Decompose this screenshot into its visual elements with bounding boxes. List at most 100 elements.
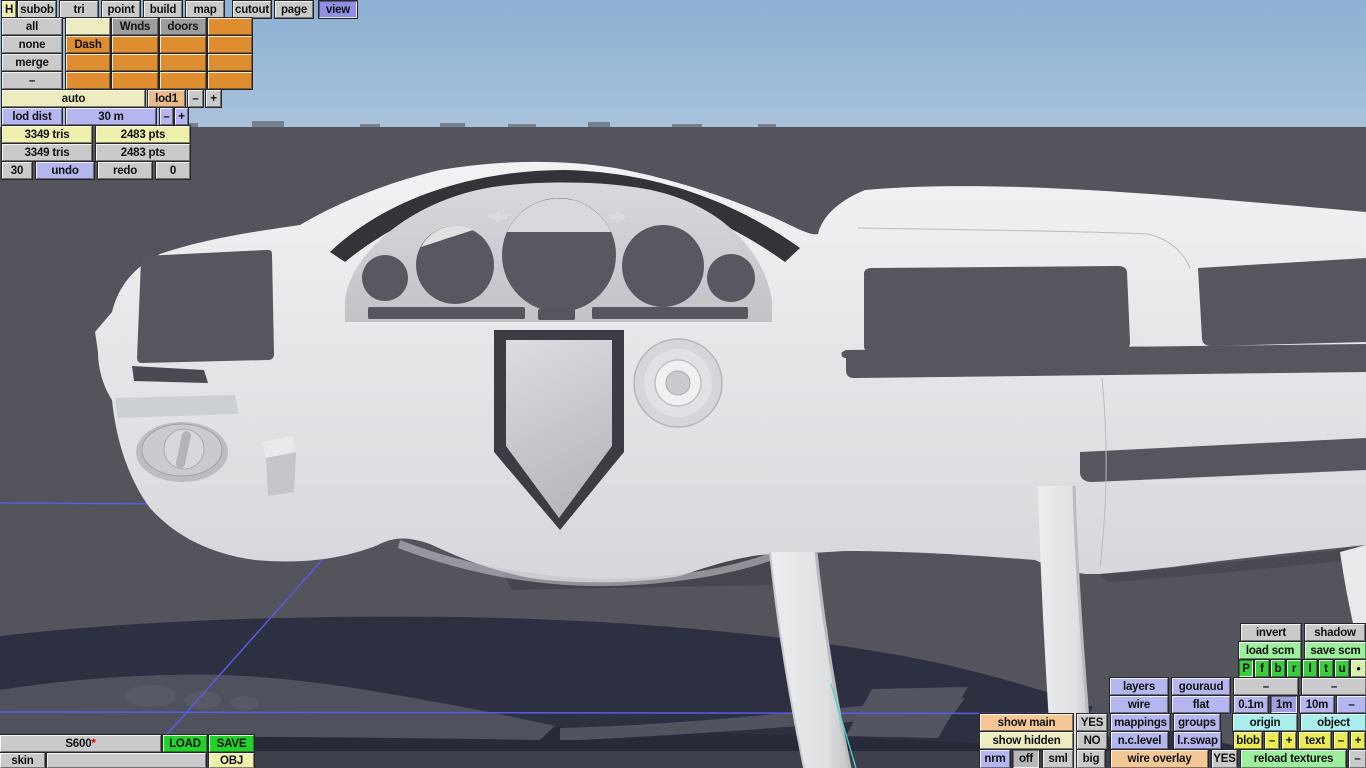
menu-page-button[interactable]: page — [275, 1, 313, 18]
skin-name-field[interactable] — [47, 753, 206, 768]
origin-button[interactable]: origin — [1233, 714, 1297, 731]
save-button[interactable]: SAVE — [209, 735, 254, 752]
lod-dist-label[interactable]: lod dist — [2, 108, 62, 125]
view-back-button[interactable]: b — [1271, 660, 1285, 677]
text-button[interactable]: text — [1299, 732, 1331, 749]
subob-merge-button[interactable]: merge — [2, 54, 62, 71]
app-window: H subob tri point build map cutout page … — [0, 0, 1366, 768]
stats-selected-tris: 3349 tris — [2, 126, 92, 143]
wire-overlay-value[interactable]: YES — [1212, 750, 1237, 768]
blob-minus-button[interactable]: – — [1265, 732, 1279, 749]
subob-cell[interactable] — [208, 72, 252, 89]
subob-none-button[interactable]: none — [2, 36, 62, 53]
groups-button[interactable]: groups — [1174, 714, 1220, 731]
gouraud-shading-button[interactable]: gouraud — [1172, 678, 1230, 695]
show-main-value[interactable]: YES — [1077, 714, 1107, 731]
grid-10m-button[interactable]: 10m — [1300, 696, 1334, 713]
blob-button[interactable]: blob — [1234, 732, 1262, 749]
undo-button[interactable]: undo — [36, 162, 94, 179]
blob-plus-button[interactable]: + — [1282, 732, 1296, 749]
wire-overlay-button[interactable]: wire overlay — [1111, 750, 1208, 768]
view-dot-button[interactable]: ● — [1351, 660, 1366, 677]
subob-cell[interactable] — [208, 54, 252, 71]
model-name-field[interactable]: S600 * — [0, 735, 161, 752]
viewport-3d[interactable] — [0, 0, 1366, 768]
redo-button[interactable]: redo — [98, 162, 152, 179]
menu-map-button[interactable]: map — [186, 1, 224, 18]
stats-selected-pts: 2483 pts — [96, 126, 190, 143]
grid-1m-button-active[interactable]: 1m — [1271, 696, 1297, 713]
flat-shading-button[interactable]: flat — [1172, 696, 1230, 713]
menu-tri-button[interactable]: tri — [60, 1, 98, 18]
menu-cutout-button[interactable]: cutout — [233, 1, 271, 18]
nrm-button[interactable]: nrm — [980, 750, 1010, 768]
save-scm-button[interactable]: save scm — [1305, 642, 1366, 659]
stats-total-tris: 3349 tris — [2, 144, 92, 161]
modified-marker: * — [91, 737, 96, 750]
wire-button[interactable]: wire — [1110, 696, 1168, 713]
lod-auto-button[interactable]: auto — [2, 90, 145, 107]
nrm-off-button-active[interactable]: off — [1013, 750, 1039, 768]
subob-cell[interactable] — [208, 18, 252, 35]
menu-point-button[interactable]: point — [102, 1, 140, 18]
subob-cell-empty-selected[interactable] — [66, 18, 110, 35]
nrm-big-button[interactable]: big — [1077, 750, 1105, 768]
skin-button[interactable]: skin — [0, 753, 45, 768]
subob-cell[interactable] — [160, 36, 206, 53]
dash-button-d[interactable]: – — [1349, 750, 1366, 768]
nrm-sml-button[interactable]: sml — [1043, 750, 1073, 768]
menu-subob-button[interactable]: subob — [18, 1, 56, 18]
subob-cell[interactable] — [160, 72, 206, 89]
view-top-button[interactable]: t — [1319, 660, 1333, 677]
subob-dash-button[interactable]: Dash — [66, 36, 110, 53]
reload-textures-button[interactable]: reload textures — [1241, 750, 1346, 768]
subob-doors-button[interactable]: doors — [160, 18, 206, 35]
mappings-button[interactable]: mappings — [1111, 714, 1170, 731]
layers-button[interactable]: layers — [1110, 678, 1168, 695]
subob-all-button[interactable]: all — [2, 18, 62, 35]
subob-cell[interactable] — [208, 36, 252, 53]
menu-build-button[interactable]: build — [144, 1, 182, 18]
redo-steps-count: 0 — [156, 162, 190, 179]
nc-level-button[interactable]: n.c.level — [1111, 732, 1168, 749]
load-button[interactable]: LOAD — [163, 735, 207, 752]
dash-button-a[interactable]: – — [1234, 678, 1298, 695]
lr-swap-button[interactable]: l.r.swap — [1174, 732, 1221, 749]
view-front-button[interactable]: f — [1255, 660, 1269, 677]
lod-current-button[interactable]: lod1 — [148, 90, 185, 107]
view-right-button[interactable]: r — [1287, 660, 1301, 677]
subob-cell[interactable] — [112, 36, 158, 53]
text-plus-button[interactable]: + — [1351, 732, 1365, 749]
shadow-button[interactable]: shadow — [1305, 624, 1365, 641]
menu-h-button[interactable]: H — [2, 1, 16, 18]
lod-minus-button[interactable]: – — [188, 90, 203, 107]
text-minus-button[interactable]: – — [1334, 732, 1348, 749]
grid-01m-button[interactable]: 0.1m — [1234, 696, 1268, 713]
subob-wnds-button[interactable]: Wnds — [112, 18, 158, 35]
dash-button-b[interactable]: – — [1302, 678, 1366, 695]
menu-view-button-active[interactable]: view — [319, 1, 357, 18]
view-left-button[interactable]: l — [1303, 660, 1317, 677]
lod-dist-value[interactable]: 30 m — [66, 108, 156, 125]
load-scm-button[interactable]: load scm — [1239, 642, 1301, 659]
subob-cell[interactable] — [160, 54, 206, 71]
lod-dist-minus-button[interactable]: – — [160, 108, 173, 125]
model-name: S600 — [65, 737, 92, 750]
subob-cell[interactable] — [112, 72, 158, 89]
invert-button[interactable]: invert — [1241, 624, 1301, 641]
subob-cell[interactable] — [66, 72, 110, 89]
scene-svg — [0, 0, 1366, 768]
lod-dist-plus-button[interactable]: + — [175, 108, 188, 125]
view-perspective-button[interactable]: P — [1239, 660, 1253, 677]
obj-export-button[interactable]: OBJ — [209, 753, 254, 768]
dash-button-c[interactable]: – — [1337, 696, 1366, 713]
subob-cell[interactable] — [66, 54, 110, 71]
show-hidden-button[interactable]: show hidden — [980, 732, 1073, 749]
lod-plus-button[interactable]: + — [206, 90, 221, 107]
object-button[interactable]: object — [1301, 714, 1366, 731]
subob-cell[interactable] — [112, 54, 158, 71]
show-main-button[interactable]: show main — [980, 714, 1073, 731]
show-hidden-value[interactable]: NO — [1077, 732, 1107, 749]
view-under-button[interactable]: u — [1335, 660, 1349, 677]
subob-dash-row-button[interactable]: – — [2, 72, 62, 89]
